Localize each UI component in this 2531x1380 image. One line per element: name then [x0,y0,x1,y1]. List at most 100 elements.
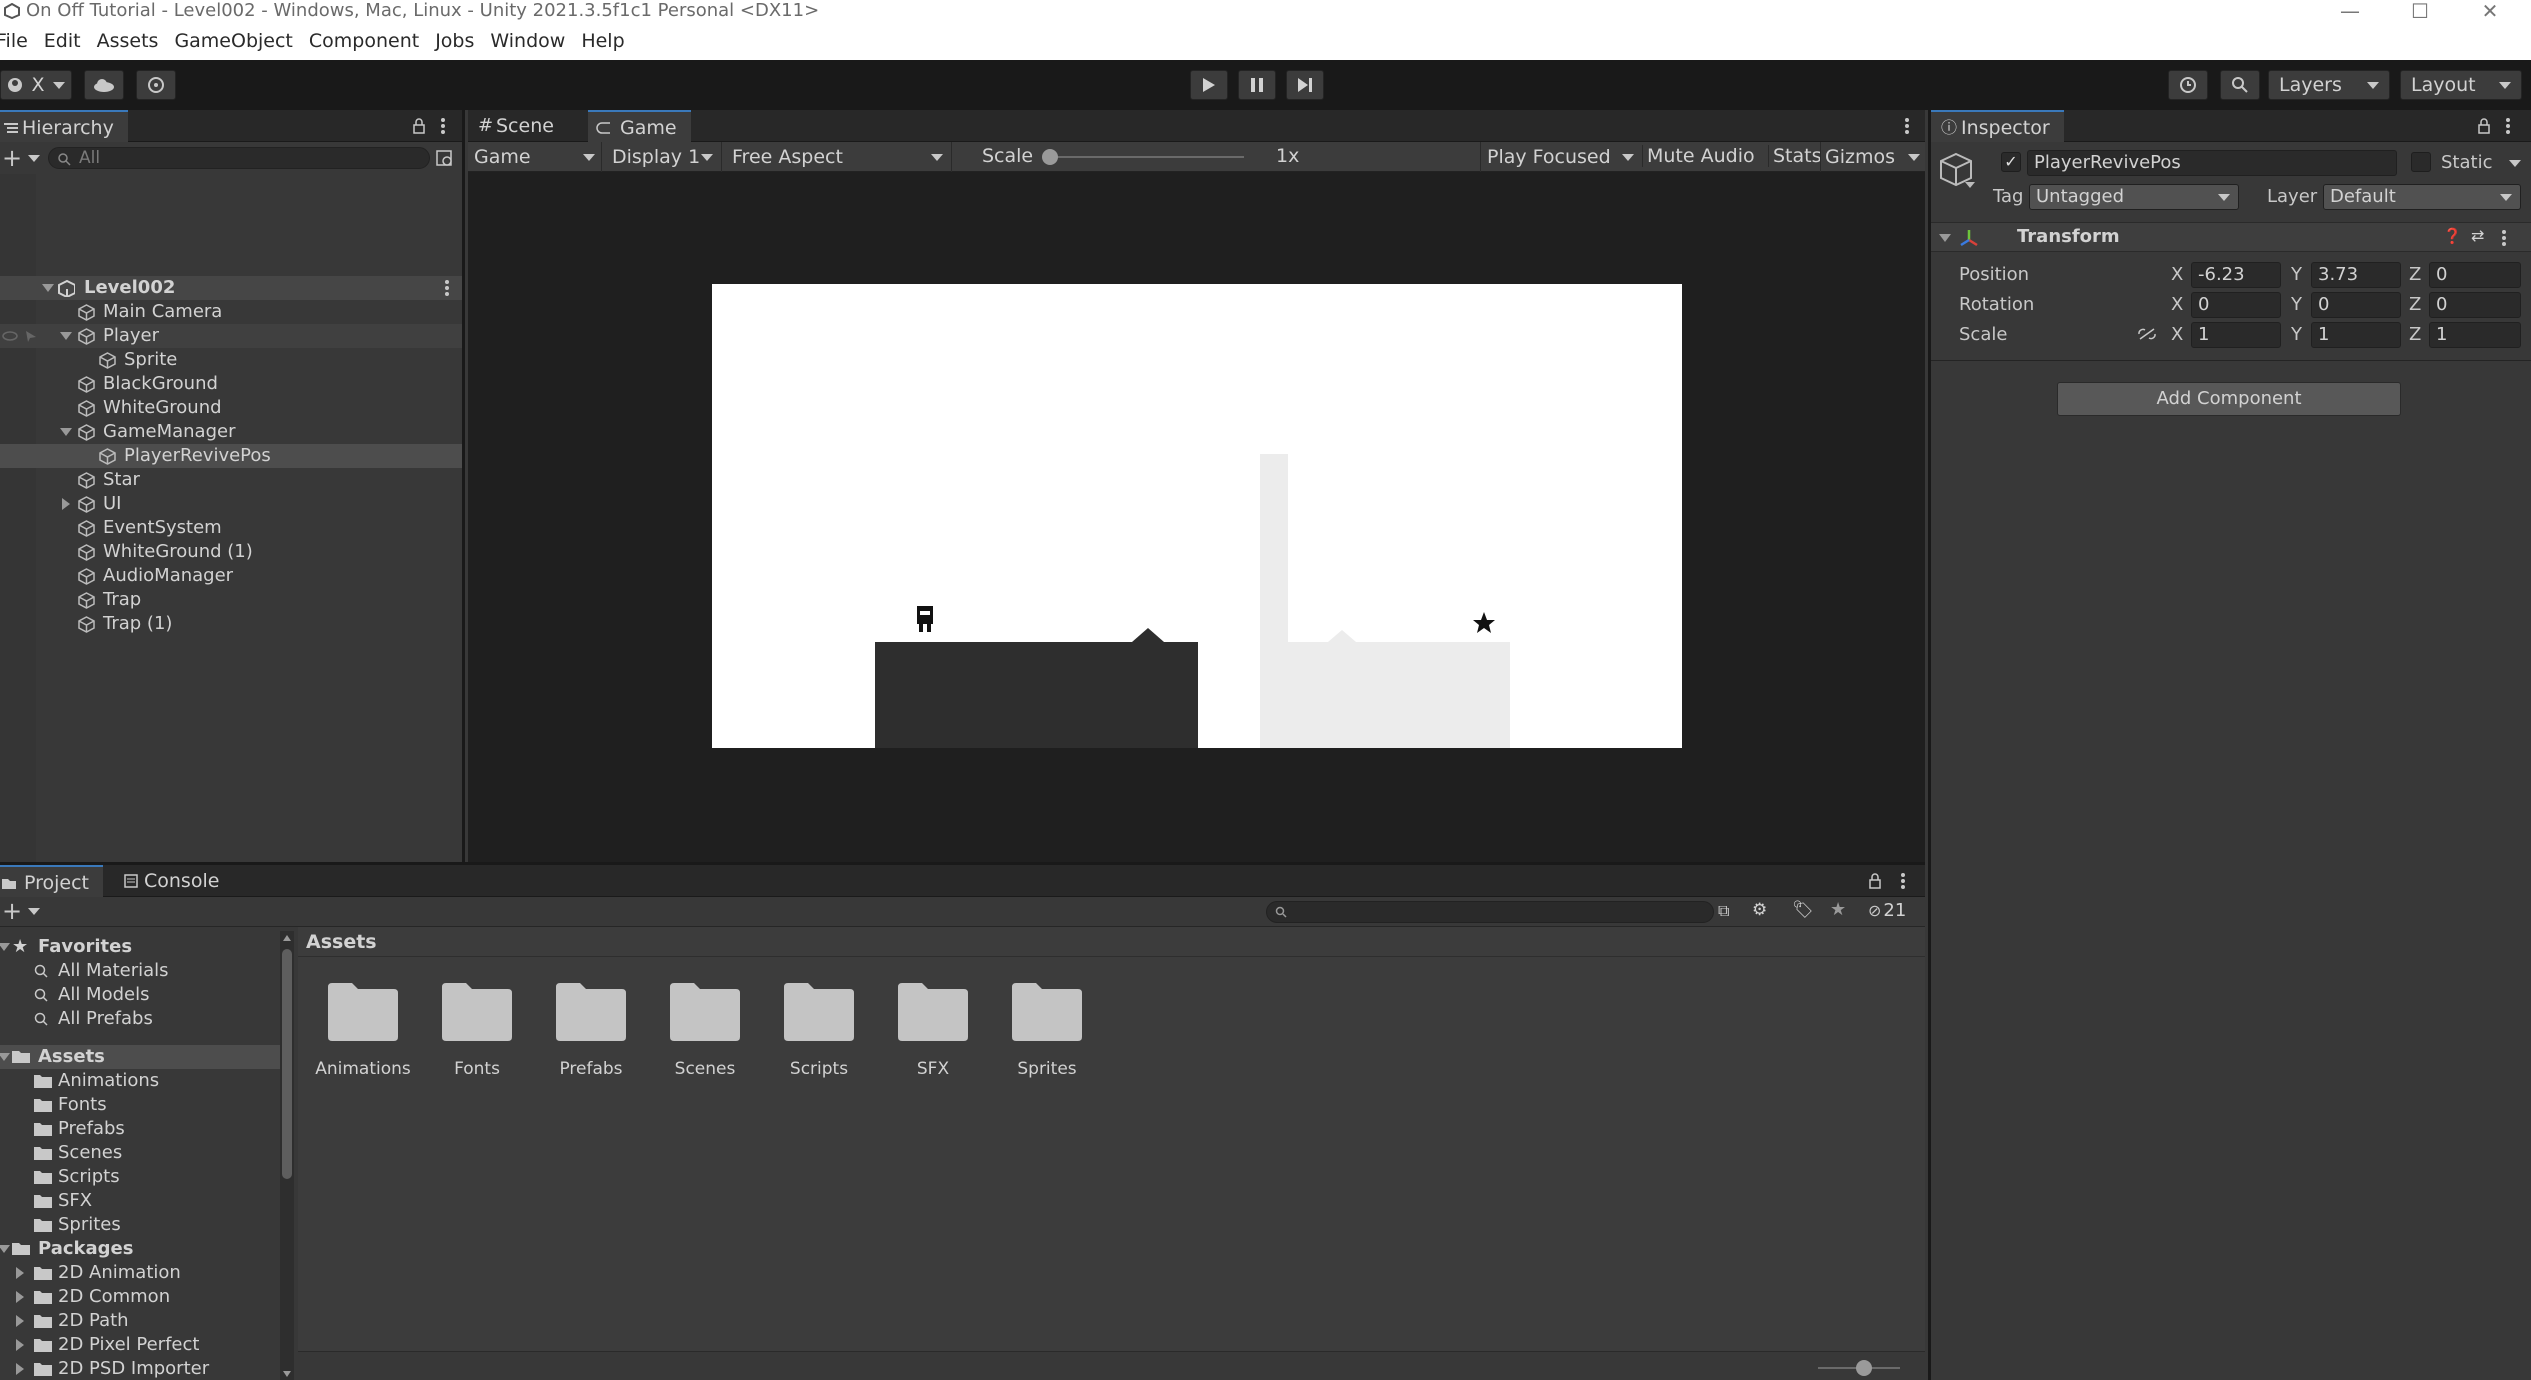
hidden-packages-toggle[interactable]: ⊘ 21 [1868,900,1906,921]
cloud-button[interactable] [84,70,124,100]
rotation-y-field[interactable]: 0 [2311,292,2401,318]
hierarchy-scene-row[interactable]: Level002 [0,276,462,300]
lock-icon[interactable] [412,118,426,134]
layer-dropdown[interactable]: Default [2323,184,2521,210]
maximize-button[interactable]: ☐ [2390,0,2450,23]
tree-folder-sprites[interactable]: Sprites [0,1213,280,1237]
package-2d-common[interactable]: 2D Common [0,1285,280,1309]
play-focused-dropdown[interactable]: Play Focused [1480,142,1640,172]
hierarchy-item-player[interactable]: Player [0,324,462,348]
account-button[interactable]: X [0,70,72,100]
active-checkbox[interactable]: ✓ [2001,152,2021,172]
game-mode-dropdown[interactable]: Game [468,142,602,172]
rotation-x-field[interactable]: 0 [2191,292,2281,318]
more-options-icon[interactable] [2501,230,2507,246]
lock-icon[interactable] [2477,118,2491,134]
scale-y-field[interactable]: 1 [2311,322,2401,348]
packages-root[interactable]: Packages [0,1237,280,1261]
tree-folder-scripts[interactable]: Scripts [0,1165,280,1189]
favorite-star-icon[interactable]: ★ [1830,899,1846,920]
menu-help[interactable]: Help [581,22,624,60]
tab-inspector[interactable]: ⓘ Inspector [1931,110,2064,142]
tag-dropdown[interactable]: Untagged [2029,184,2239,210]
object-name-field[interactable]: PlayerRevivePos [2027,150,2397,176]
pause-button[interactable] [1238,70,1276,100]
favorite-all-prefabs[interactable]: All Prefabs [0,1007,280,1031]
hierarchy-item-gamemanager[interactable]: GameManager [0,420,462,444]
tab-game[interactable]: Game [588,110,691,142]
gizmos-dropdown[interactable]: Gizmos [1820,142,1924,172]
scale-slider-handle[interactable] [1042,149,1058,165]
expand-arrow-icon[interactable] [0,1245,10,1253]
step-button[interactable] [1286,70,1324,100]
preset-icon[interactable]: ⇄ [2471,226,2484,245]
more-options-icon[interactable] [444,280,450,296]
layout-dropdown[interactable]: Layout [2400,70,2522,100]
icon-size-slider-handle[interactable] [1856,1360,1872,1376]
search-button[interactable] [2220,70,2260,100]
expand-arrow-icon[interactable] [60,332,72,340]
create-button[interactable]: + [2,144,41,172]
aspect-dropdown[interactable]: Free Aspect [724,142,952,172]
expand-arrow-icon[interactable] [16,1291,24,1303]
expand-arrow-icon[interactable] [16,1315,24,1327]
assets-root[interactable]: Assets [0,1045,280,1069]
favorites-header[interactable]: ★ Favorites [0,935,280,959]
search-scope-icon[interactable]: ⧉ [1718,901,1729,921]
hierarchy-item-ui[interactable]: UI [0,492,462,516]
expand-arrow-icon[interactable] [42,284,54,292]
tab-hierarchy[interactable]: Hierarchy [0,110,128,142]
display-dropdown[interactable]: Display 1 [604,142,722,172]
project-search[interactable] [1266,901,1714,923]
scroll-down-icon[interactable] [283,1371,291,1377]
position-x-field[interactable]: -6.23 [2191,262,2281,288]
hierarchy-item-sprite[interactable]: Sprite [0,348,462,372]
scroll-up-icon[interactable] [283,935,291,941]
scale-z-field[interactable]: 1 [2429,322,2521,348]
expand-arrow-icon[interactable] [16,1339,24,1351]
tree-folder-sfx[interactable]: SFX [0,1189,280,1213]
play-button[interactable] [1190,70,1228,100]
expand-arrow-icon[interactable] [0,1053,10,1061]
history-button[interactable] [2168,70,2208,100]
static-checkbox[interactable] [2411,152,2431,172]
position-y-field[interactable]: 3.73 [2311,262,2401,288]
menu-edit[interactable]: Edit [44,22,81,60]
expand-arrow-icon[interactable] [0,943,10,951]
tab-project[interactable]: Project [0,865,104,897]
more-options-icon[interactable] [440,118,446,134]
expand-arrow-icon[interactable] [1939,234,1951,242]
expand-arrow-icon[interactable] [16,1267,24,1279]
icon-dropdown-arrow[interactable] [1965,182,1975,188]
package-2d-psd-importer[interactable]: 2D PSD Importer [0,1357,280,1380]
menu-file[interactable]: File [0,22,28,60]
hierarchy-item-whiteground[interactable]: WhiteGround [0,396,462,420]
hierarchy-item-main-camera[interactable]: Main Camera [0,300,462,324]
help-icon[interactable]: ❓ [2443,227,2462,245]
breadcrumb-assets[interactable]: Assets [306,931,377,953]
hierarchy-item-playerrevivepos[interactable]: PlayerRevivePos [0,444,462,468]
collab-button[interactable] [136,70,176,100]
hierarchy-item-trap-1[interactable]: Trap (1) [0,612,462,636]
stats-button[interactable]: Stats [1768,145,1826,167]
label-tag-icon[interactable]: 🏷 [1792,900,1814,920]
filter-type-icon[interactable]: ⚙ [1752,900,1767,920]
scene-visibility-icon[interactable] [436,150,454,168]
grid-folder-sprites[interactable]: Sprites [1010,979,1120,1089]
static-dropdown-arrow[interactable] [2509,160,2521,167]
layers-dropdown[interactable]: Layers [2268,70,2390,100]
more-options-icon[interactable] [1904,118,1910,134]
constrain-proportions-icon[interactable] [2137,327,2157,341]
tree-folder-prefabs[interactable]: Prefabs [0,1117,280,1141]
scale-x-field[interactable]: 1 [2191,322,2281,348]
expand-arrow-icon[interactable] [62,498,70,510]
expand-arrow-icon[interactable] [60,428,72,436]
rotation-z-field[interactable]: 0 [2429,292,2521,318]
hierarchy-item-eventsystem[interactable]: EventSystem [0,516,462,540]
hierarchy-item-whiteground-1[interactable]: WhiteGround (1) [0,540,462,564]
hierarchy-item-trap[interactable]: Trap [0,588,462,612]
expand-arrow-icon[interactable] [16,1363,24,1375]
mute-audio-button[interactable]: Mute Audio [1642,145,1759,167]
hierarchy-item-star[interactable]: Star [0,468,462,492]
tab-console[interactable]: Console [108,865,233,897]
